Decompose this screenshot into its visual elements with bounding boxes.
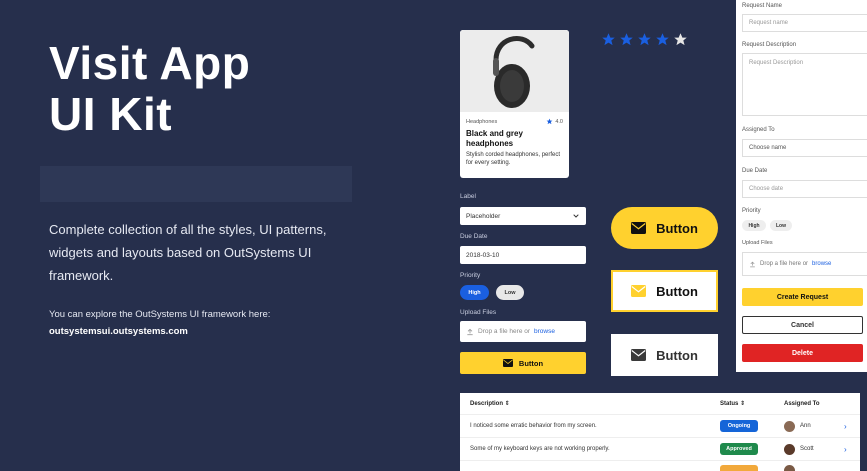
priority-high-chip[interactable]: High (460, 285, 489, 300)
star-icon[interactable] (655, 32, 670, 47)
hero-placeholder-bar (40, 166, 352, 202)
star-icon[interactable] (637, 32, 652, 47)
product-rating: 4.0 (555, 118, 563, 125)
row-assignee: Ann (800, 423, 811, 429)
panel-priority-high-chip[interactable]: High (742, 220, 766, 231)
status-badge: Approved (720, 443, 758, 455)
request-name-input[interactable]: Request name (742, 14, 867, 32)
column-header-description[interactable]: Description ⇕ (470, 400, 510, 407)
panel-due-date-label: Due Date (742, 168, 768, 174)
hero-title: Visit App UI Kit (49, 38, 250, 140)
star-icon[interactable] (673, 32, 688, 47)
upload-icon (467, 328, 473, 335)
envelope-icon (502, 359, 513, 367)
upload-files-label: Upload Files (460, 309, 497, 316)
panel-upload-dropzone[interactable]: Drop a file here or browse (742, 252, 867, 276)
status-badge (720, 465, 758, 471)
product-category: Headphones (466, 118, 498, 125)
panel-upload-text: Drop a file here or (760, 261, 809, 267)
star-icon (546, 118, 553, 125)
envelope-icon (631, 349, 647, 361)
envelope-icon (631, 285, 647, 297)
outline-yellow-button-label: Button (656, 283, 698, 299)
table-row[interactable]: Some of my keyboard keys are not working… (460, 438, 860, 461)
upload-icon (750, 261, 755, 267)
column-header-status[interactable]: Status ⇕ (720, 400, 745, 407)
hero-title-line2: UI Kit (49, 88, 173, 140)
label-label: Label (460, 193, 476, 200)
upload-dropzone[interactable]: Drop a file here or browse (460, 321, 586, 342)
yellow-button-label: Button (518, 358, 544, 368)
table-header-row: Description ⇕ Status ⇕ Assigned To (460, 393, 860, 415)
column-header-assigned: Assigned To (784, 400, 820, 407)
product-card[interactable]: Headphones 4.0 Black and grey headphones… (460, 30, 569, 178)
row-assignee: Scott (800, 446, 814, 452)
panel-due-date-input[interactable]: Choose date (742, 180, 867, 198)
table-row[interactable] (460, 461, 860, 471)
assigned-to-select[interactable]: Choose name (742, 139, 867, 157)
rating-stars[interactable] (601, 32, 688, 47)
status-badge: Ongoing (720, 420, 758, 432)
avatar (784, 465, 795, 471)
hero-url-link[interactable]: outsystemsui.outsystems.com (49, 326, 188, 337)
outline-grey-button[interactable]: Button (611, 334, 718, 376)
panel-upload-label: Upload Files (742, 240, 773, 246)
request-form-panel: Request Name Request name Request Descri… (736, 0, 867, 372)
outline-yellow-button[interactable]: Button (611, 270, 718, 312)
requests-table: Description ⇕ Status ⇕ Assigned To I not… (460, 393, 860, 471)
priority-label: Priority (460, 272, 481, 279)
outline-grey-button-label: Button (656, 347, 698, 363)
request-description-label: Request Description (742, 42, 797, 48)
pill-button[interactable]: Button (611, 207, 718, 249)
assigned-to-label: Assigned To (742, 127, 775, 133)
panel-upload-browse-link[interactable]: browse (812, 261, 831, 267)
star-icon[interactable] (601, 32, 616, 47)
chevron-down-icon (573, 214, 579, 218)
due-date-label: Due Date (460, 233, 488, 240)
product-image (460, 30, 569, 112)
upload-browse-link[interactable]: browse (534, 328, 555, 335)
pill-button-label: Button (656, 220, 698, 236)
row-description: Some of my keyboard keys are not working… (470, 446, 610, 452)
placeholder-select[interactable]: Placeholder (460, 207, 586, 225)
due-date-input[interactable]: 2018-03-10 (460, 246, 586, 264)
avatar (784, 443, 795, 455)
chevron-right-icon[interactable]: › (844, 445, 847, 454)
cancel-button[interactable]: Cancel (742, 316, 863, 334)
request-description-textarea[interactable]: Request Description (742, 53, 867, 116)
delete-button[interactable]: Delete (742, 344, 863, 362)
priority-low-chip[interactable]: Low (496, 285, 524, 300)
request-name-label: Request Name (742, 3, 783, 9)
placeholder-select-value: Placeholder (466, 212, 501, 220)
row-description: I noticed some erratic behavior from my … (470, 423, 597, 429)
due-date-value: 2018-03-10 (466, 251, 500, 259)
product-description: Stylish corded headphones, perfect for e… (466, 152, 561, 166)
panel-priority-low-chip[interactable]: Low (770, 220, 792, 231)
star-icon[interactable] (619, 32, 634, 47)
envelope-icon (631, 222, 647, 234)
chevron-right-icon[interactable]: › (844, 422, 847, 431)
hero-description: Complete collection of all the styles, U… (49, 222, 327, 283)
panel-priority-label: Priority (742, 208, 761, 214)
table-row[interactable]: I noticed some erratic behavior from my … (460, 415, 860, 438)
create-request-button[interactable]: Create Request (742, 288, 863, 306)
hero-title-line1: Visit App (49, 37, 251, 89)
hero-explore-text: You can explore the OutSystems UI framew… (49, 309, 271, 320)
avatar (784, 420, 795, 432)
yellow-button[interactable]: Button (460, 352, 586, 374)
product-title: Black and grey headphones (466, 129, 523, 148)
upload-text: Drop a file here or (478, 328, 531, 335)
